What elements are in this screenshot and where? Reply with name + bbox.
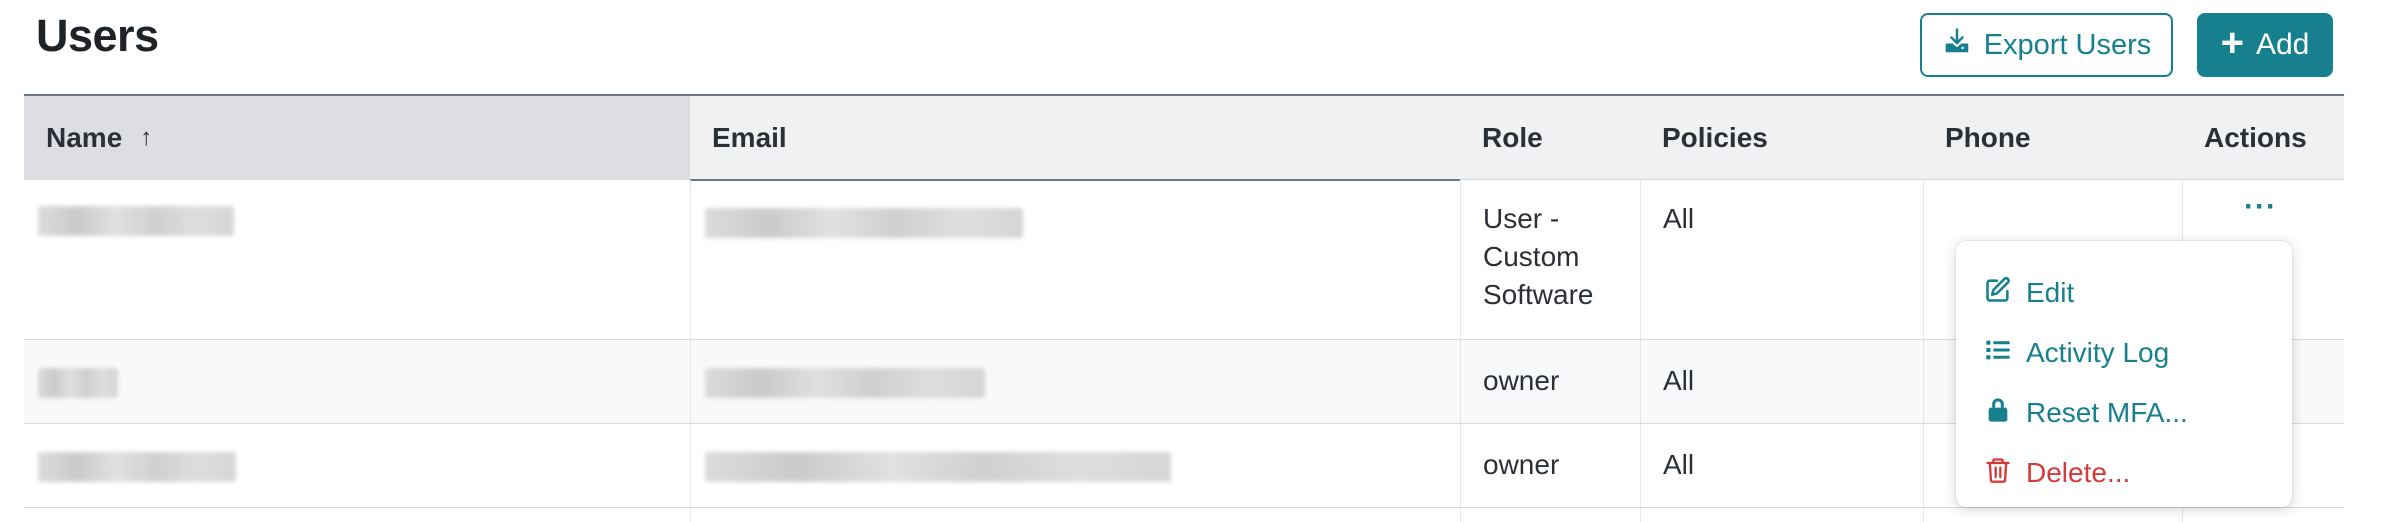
export-users-button[interactable]: Export Users: [1920, 13, 2173, 77]
menu-item-label: Activity Log: [2026, 337, 2170, 368]
policies-cell: All: [1640, 424, 1923, 507]
column-header-actions: Actions: [2182, 96, 2344, 180]
policies-cell: All: [1640, 180, 1923, 339]
column-phone-label: Phone: [1945, 122, 2031, 153]
users-page: Users Export Users + Add Name ↑ Email Ro…: [0, 0, 2392, 522]
download-icon: [1942, 26, 1972, 64]
redacted-name: [38, 368, 118, 398]
role-cell: owner: [1460, 424, 1640, 507]
policies-cell: [1640, 508, 1923, 522]
add-label: Add: [2255, 28, 2310, 61]
redacted-name: [38, 452, 236, 482]
name-cell: [24, 180, 690, 339]
name-cell: [24, 424, 690, 507]
plus-icon: +: [2220, 21, 2244, 65]
row-actions-menu-icon[interactable]: ···: [2244, 190, 2277, 224]
list-icon: [1984, 336, 2012, 371]
column-role-label: Role: [1482, 122, 1543, 153]
menu-item-label: Reset MFA...: [2026, 397, 2188, 428]
column-name-label: Name: [46, 122, 123, 153]
redacted-email: [705, 452, 1171, 482]
export-users-label: Export Users: [1983, 28, 2152, 61]
email-cell: [690, 424, 1460, 507]
table-row[interactable]: [24, 508, 2344, 522]
role-line: Custom: [1483, 241, 1580, 272]
add-user-button[interactable]: + Add: [2197, 13, 2333, 77]
menu-item-delete[interactable]: Delete...: [1956, 443, 2292, 503]
phone-cell: [1923, 508, 2182, 522]
table-header: Name ↑ Email Role Policies Phone Actions: [24, 96, 2344, 181]
sort-ascending-icon: ↑: [140, 124, 153, 151]
column-policies-label: Policies: [1662, 122, 1768, 153]
menu-item-activity-log[interactable]: Activity Log: [1956, 323, 2292, 383]
role-cell: owner: [1460, 340, 1640, 423]
edit-icon: [1984, 276, 2012, 311]
column-header-email[interactable]: Email: [690, 96, 1460, 181]
column-header-name[interactable]: Name ↑: [24, 96, 690, 180]
role-cell: User - Custom Software: [1460, 180, 1640, 339]
menu-item-reset-mfa[interactable]: Reset MFA...: [1956, 383, 2292, 443]
trash-icon: [1984, 456, 2012, 491]
redacted-name: [38, 206, 234, 236]
menu-item-label: Edit: [2026, 277, 2075, 308]
column-header-phone[interactable]: Phone: [1923, 96, 2182, 180]
role-cell: [1460, 508, 1640, 522]
actions-cell: [2182, 508, 2344, 522]
name-cell: [24, 340, 690, 423]
row-actions-menu: Edit Activity Log Reset MFA... Delete...: [1956, 241, 2292, 507]
column-actions-label: Actions: [2204, 122, 2307, 153]
role-line: Software: [1483, 279, 1594, 310]
role-line: User -: [1483, 203, 1560, 234]
column-header-policies[interactable]: Policies: [1640, 96, 1923, 180]
menu-item-label: Delete...: [2026, 457, 2131, 488]
email-cell: [690, 508, 1460, 522]
redacted-email: [705, 368, 985, 398]
redacted-email: [705, 208, 1023, 238]
column-header-role[interactable]: Role: [1460, 96, 1640, 180]
menu-item-edit[interactable]: Edit: [1956, 263, 2292, 323]
column-email-label: Email: [712, 121, 787, 153]
policies-cell: All: [1640, 340, 1923, 423]
email-cell: [690, 340, 1460, 423]
email-cell: [690, 180, 1460, 339]
page-title: Users: [36, 10, 159, 61]
lock-icon: [1984, 396, 2012, 431]
